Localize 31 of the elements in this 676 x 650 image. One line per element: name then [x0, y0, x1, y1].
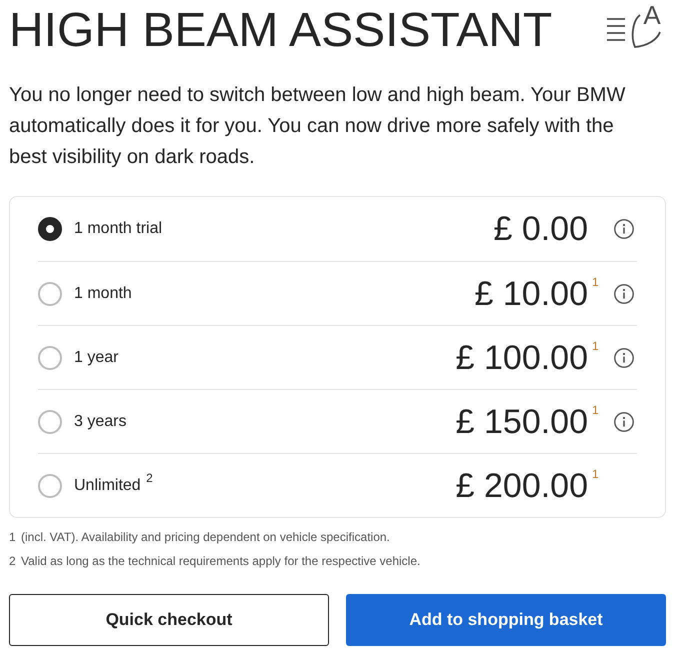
option-label[interactable]: Unlimited $^{2}$: [74, 474, 153, 498]
footnote-mark: 1: [592, 403, 599, 417]
add-to-basket-button[interactable]: Add to shopping basket: [346, 594, 666, 646]
checkout-button[interactable]: Quick checkout: [9, 594, 329, 646]
footnote-mark: 1: [592, 467, 599, 481]
price-text: £ 100.00: [456, 340, 588, 374]
footnote-text: Valid as long as the technical requirements apply for the respective vehicle.: [21, 553, 420, 570]
footnote-mark: 1: [592, 275, 599, 289]
radio-button[interactable]: [38, 282, 62, 306]
info-icon[interactable]: [614, 284, 634, 304]
footnote-mark: 1: [592, 339, 599, 353]
price-text: £ 0.00: [493, 212, 588, 246]
option-label[interactable]: 1 month trial: [74, 217, 162, 241]
info-icon[interactable]: [614, 348, 634, 368]
price-text: £ 150.00: [456, 404, 588, 438]
option-label[interactable]: 1 month: [74, 282, 132, 306]
radio-button[interactable]: [38, 346, 62, 370]
price-text: £ 200.00: [456, 468, 588, 502]
footnote-number: 1: [9, 529, 17, 546]
radio-button[interactable]: [38, 410, 62, 434]
footnote-number: 2: [9, 553, 17, 570]
radio-button[interactable]: [38, 217, 62, 241]
info-icon[interactable]: [614, 412, 634, 432]
info-icon[interactable]: [614, 219, 634, 239]
radio-button[interactable]: [38, 474, 62, 498]
option-label[interactable]: 3 years: [74, 410, 126, 434]
option-label[interactable]: 1 year: [74, 346, 118, 370]
price-text: £ 10.00: [474, 276, 588, 310]
description-text: You no longer need to switch between low and high beam. Your BMW automatically does it for you. You can now drive more safely with the best visibility on dark roads.: [9, 83, 626, 170]
page-title: HIGH BEAM ASSISTANT: [9, 7, 552, 55]
footnote-text: (incl. VAT). Availability and pricing dependent on vehicle specification.: [21, 529, 390, 546]
